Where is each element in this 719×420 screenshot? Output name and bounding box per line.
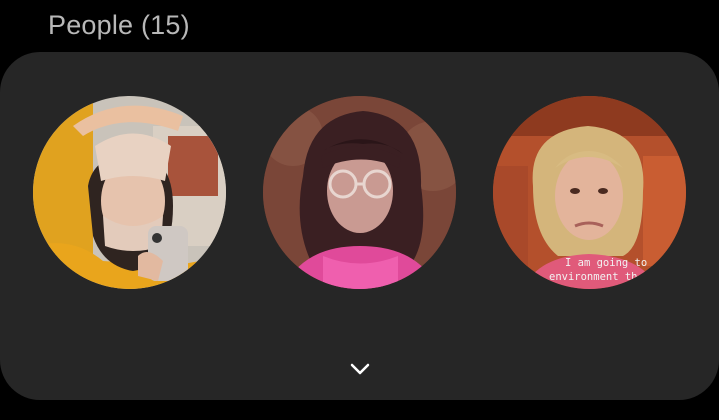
people-card: I am going to environment th [0, 52, 719, 400]
person-avatar-1[interactable] [33, 96, 226, 289]
caption-line-2: environment th [549, 271, 638, 283]
person-photo-3: I am going to environment th [493, 96, 686, 289]
person-photo-1 [33, 96, 226, 289]
person-avatar-3[interactable]: I am going to environment th [493, 96, 686, 289]
caption-line-1: I am going to [565, 257, 647, 269]
person-photo-2 [263, 96, 456, 289]
chevron-down-icon [350, 363, 370, 375]
expand-button[interactable] [340, 352, 380, 386]
person-avatar-2[interactable] [263, 96, 456, 289]
people-section-title: People (15) [48, 10, 190, 40]
